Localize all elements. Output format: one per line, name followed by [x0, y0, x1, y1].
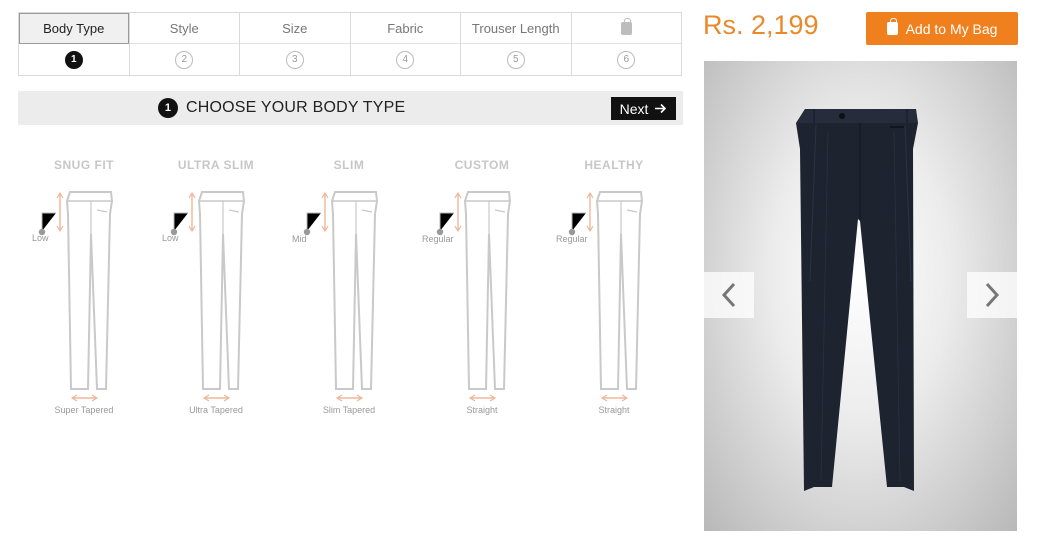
hem-label: Super Tapered [54, 405, 114, 415]
section-title-text: CHOOSE YOUR BODY TYPE [186, 99, 406, 116]
step-label: Size [240, 13, 350, 44]
hem-label: Straight [598, 405, 630, 415]
section-header: 1 CHOOSE YOUR BODY TYPE Next [18, 91, 683, 125]
hem-label: Ultra Tapered [189, 405, 243, 415]
next-button[interactable]: Next [611, 97, 676, 120]
next-button-label: Next [619, 100, 649, 117]
add-to-bag-label: Add to My Bag [905, 20, 998, 37]
body-type-name: ULTRA SLIM [177, 158, 255, 172]
bag-icon [620, 17, 632, 35]
step-label [571, 13, 681, 44]
rise-label: Regular [422, 234, 454, 244]
chevron-left-icon [721, 282, 736, 308]
step-fabric[interactable]: Fabric 4 [349, 13, 460, 75]
previous-image-button[interactable] [704, 272, 754, 318]
section-title: 1 CHOOSE YOUR BODY TYPE [158, 91, 405, 125]
step-label: Fabric [350, 13, 460, 44]
trouser-sketch-icon [38, 191, 114, 402]
step-tabs: Body Type 1 Style 2 Size 3 Fabric 4 Trou… [18, 12, 682, 76]
rise-label: Low [32, 233, 49, 243]
chevron-right-icon [985, 282, 1000, 308]
body-type-name: HEALTHY [584, 158, 644, 172]
trouser-sketch-icon [170, 191, 246, 402]
body-type-option[interactable]: SLIM Mid Slim Tapered [283, 150, 415, 430]
product-preview [704, 61, 1017, 531]
body-type-name: CUSTOM [454, 158, 510, 172]
body-type-option[interactable]: ULTRA SLIM Low Ultra Tapered [150, 150, 282, 430]
arrow-right-icon [655, 103, 667, 114]
step-number: 4 [396, 50, 415, 69]
step-bag[interactable]: 6 [570, 13, 681, 75]
step-trouser-length[interactable]: Trouser Length 5 [460, 13, 571, 75]
body-type-option[interactable]: HEALTHY Regular Straight [548, 150, 680, 430]
body-type-name: SLIM [333, 158, 365, 172]
body-type-option[interactable]: CUSTOM Regular Straight [416, 150, 548, 430]
section-number: 1 [158, 98, 178, 118]
step-number: 1 [64, 50, 83, 69]
body-type-option[interactable]: SNUG FIT Low Super Tapered [18, 150, 150, 430]
body-type-name: SNUG FIT [54, 158, 114, 172]
trouser-sketch-icon [436, 191, 512, 402]
step-number: 3 [285, 50, 304, 69]
rise-label: Regular [556, 234, 588, 244]
step-style[interactable]: Style 2 [128, 13, 239, 75]
step-number: 2 [175, 50, 194, 69]
hem-label: Slim Tapered [322, 405, 376, 415]
step-label: Style [129, 13, 239, 44]
step-label: Body Type [19, 13, 129, 44]
trouser-sketch-icon [568, 191, 644, 402]
next-image-button[interactable] [967, 272, 1017, 318]
rise-label: Mid [292, 234, 307, 244]
add-to-bag-button[interactable]: Add to My Bag [866, 12, 1018, 45]
shopping-bag-icon [886, 18, 898, 35]
rise-label: Low [162, 233, 179, 243]
step-body-type[interactable]: Body Type 1 [19, 13, 129, 75]
step-label: Trouser Length [461, 13, 571, 44]
step-number: 6 [617, 50, 636, 69]
trouser-sketch-icon [303, 191, 379, 402]
step-size[interactable]: Size 3 [239, 13, 350, 75]
step-number: 5 [506, 50, 525, 69]
product-price: Rs. 2,199 [703, 10, 819, 40]
hem-label: Straight [466, 405, 498, 415]
